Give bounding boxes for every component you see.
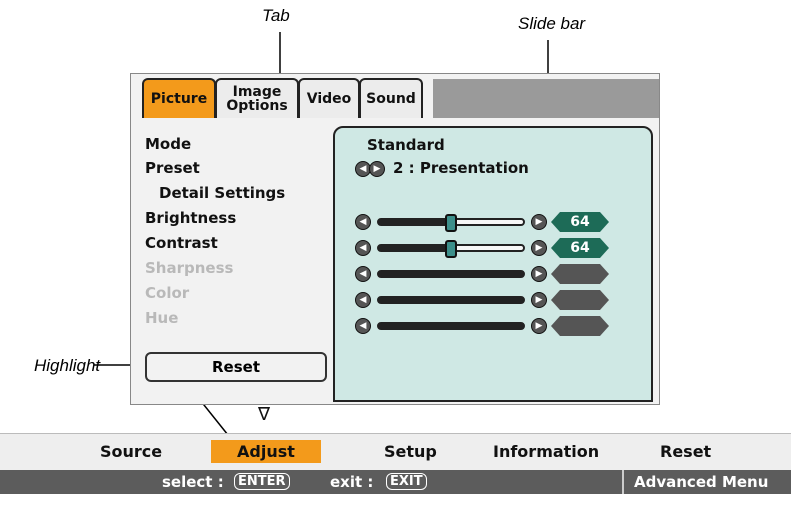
adjust-menu-window: Picture Image Options Video Sound Mode P… [130,73,660,405]
color-right-arrow-icon: ▶ [531,292,547,308]
settings-values-panel: Standard ◀ ▶ 2 : Presentation ◀ ▶ 64 ◀ ▶… [333,126,653,402]
tab-sound[interactable]: Sound [359,78,423,118]
hue-slider [377,322,525,330]
status-footer: select : ENTER exit : EXIT Advanced Menu [0,470,791,494]
tab-strip: Picture Image Options Video Sound [142,77,423,118]
sharpness-slider-fill [379,272,523,276]
callout-tab: Tab [262,6,290,25]
hue-value-badge [551,316,609,336]
tab-image-options-label-line2: Options [226,98,288,114]
menu-setup[interactable]: Setup [384,442,437,461]
tab-image-options[interactable]: Image Options [215,78,299,118]
menu-reset[interactable]: Reset [660,442,711,461]
item-mode[interactable]: Mode [145,135,191,153]
contrast-slider-fill [379,246,451,250]
contrast-slider[interactable] [377,240,525,258]
slider-row-hue: ◀ ▶ [355,316,635,336]
color-slider [377,296,525,304]
footer-select-label: select : [162,473,224,491]
menu-mode-indicator: Advanced Menu [622,470,791,494]
color-left-arrow-icon: ◀ [355,292,371,308]
item-brightness[interactable]: Brightness [145,209,236,227]
sharpness-value-badge [551,264,609,284]
sharpness-slider [377,270,525,278]
main-menu-bar: Source Adjust Setup Information Reset [0,433,791,470]
brightness-slider-fill [379,220,451,224]
item-detail-settings[interactable]: Detail Settings [159,184,285,202]
brightness-slider-knob[interactable] [445,214,457,232]
item-hue: Hue [145,309,179,327]
hue-left-arrow-icon: ◀ [355,318,371,334]
reset-button-label: Reset [212,358,260,376]
tab-video[interactable]: Video [298,78,360,118]
color-slider-fill [379,298,523,302]
slider-row-contrast: ◀ ▶ 64 [355,238,635,258]
sharpness-right-arrow-icon: ▶ [531,266,547,282]
hue-slider-fill [379,324,523,328]
contrast-slider-knob[interactable] [445,240,457,258]
contrast-right-arrow-icon[interactable]: ▶ [531,240,547,256]
menu-source[interactable]: Source [100,442,162,461]
settings-list: Mode Preset Detail Settings Brightness C… [136,126,332,388]
item-sharpness: Sharpness [145,259,234,277]
tab-video-label: Video [306,91,352,107]
brightness-slider[interactable] [377,214,525,232]
contrast-left-arrow-icon[interactable]: ◀ [355,240,371,256]
tab-image-options-label-line1: Image [232,84,282,100]
exit-key-hint: EXIT [386,473,427,490]
brightness-value-badge: 64 [551,212,609,232]
callout-slide-bar: Slide bar [518,14,586,33]
enter-key-hint: ENTER [234,473,290,490]
preset-value: 2 : Presentation [393,159,529,177]
preset-right-arrow-icon[interactable]: ▶ [369,161,385,177]
slider-row-sharpness: ◀ ▶ [355,264,635,284]
hue-right-arrow-icon: ▶ [531,318,547,334]
sharpness-left-arrow-icon: ◀ [355,266,371,282]
menu-adjust[interactable]: Adjust [211,440,321,463]
tab-picture[interactable]: Picture [142,78,216,118]
menu-mode-label: Advanced Menu [634,473,769,491]
brightness-right-arrow-icon[interactable]: ▶ [531,214,547,230]
callout-highlight: Highlight [34,356,101,375]
reset-button[interactable]: Reset [145,352,327,382]
slider-row-color: ◀ ▶ [355,290,635,310]
color-value-badge [551,290,609,310]
item-contrast[interactable]: Contrast [145,234,218,252]
slider-row-brightness: ◀ ▶ 64 [355,212,635,232]
tab-strip-filler [433,79,659,118]
mode-value: Standard [367,136,445,154]
tab-sound-label: Sound [366,91,416,107]
tab-picture-label: Picture [150,91,208,107]
footer-exit-label: exit : [330,473,374,491]
contrast-value-badge: 64 [551,238,609,258]
item-color: Color [145,284,190,302]
item-preset[interactable]: Preset [145,159,200,177]
scroll-down-indicator-icon: ∇ [258,404,271,425]
menu-information[interactable]: Information [493,442,599,461]
brightness-left-arrow-icon[interactable]: ◀ [355,214,371,230]
